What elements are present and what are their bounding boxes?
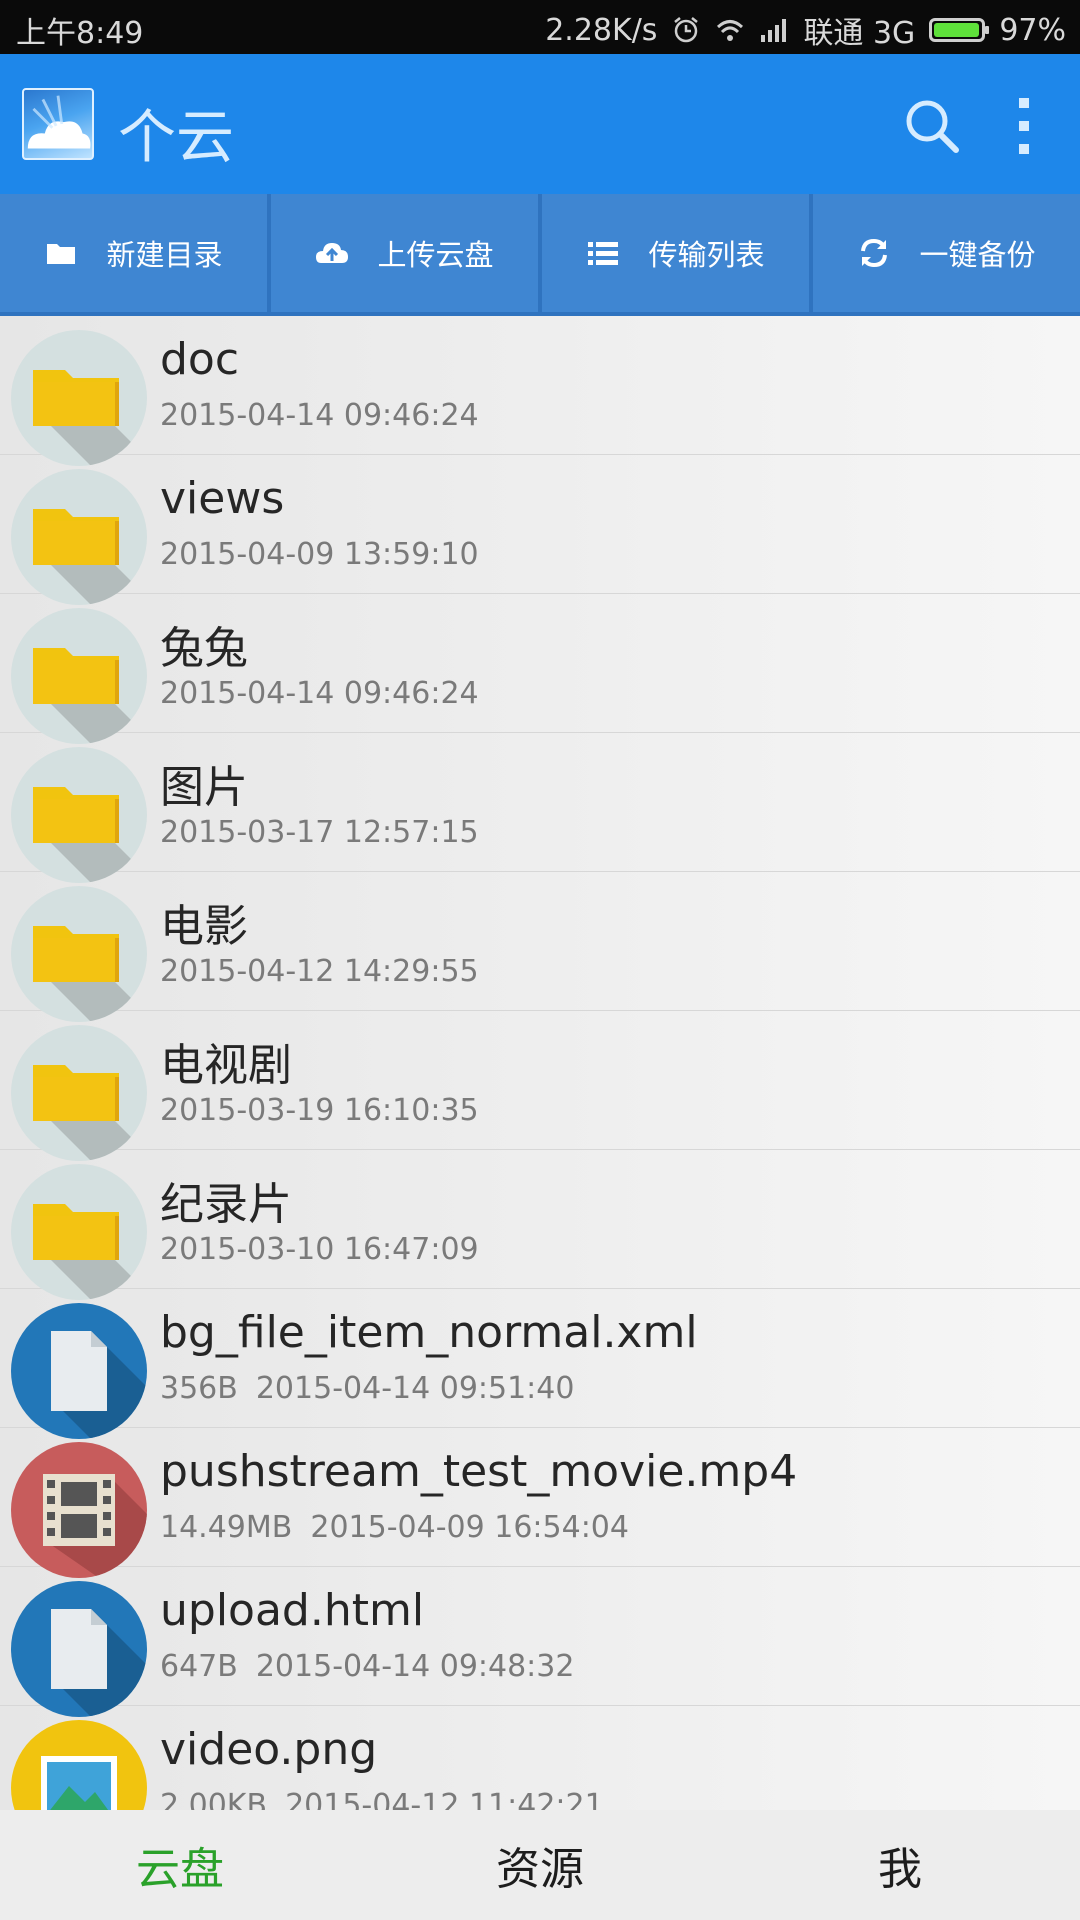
transfer-list-button[interactable]: 传输列表 (542, 194, 813, 316)
file-list-item[interactable]: pushstream_test_movie.mp4 14.49MB 2015-04… (0, 1428, 1080, 1578)
file-meta: 647B 2015-04-14 09:48:32 (160, 1649, 574, 1684)
file-meta: 2015-04-14 09:46:24 (160, 676, 479, 711)
wifi-icon (717, 20, 744, 41)
file-list-item[interactable]: upload.html 647B 2015-04-14 09:48:32 (0, 1567, 1080, 1717)
file-list-item[interactable]: doc 2015-04-14 09:46:24 (0, 316, 1080, 466)
search-icon[interactable] (900, 94, 964, 158)
file-list-item[interactable]: views 2015-04-09 13:59:10 (0, 455, 1080, 605)
list-icon (588, 242, 619, 265)
file-size: 14.49MB (160, 1510, 293, 1545)
battery-level (934, 23, 979, 37)
status-bar: 上午8:49 2.28K/s 联通 3G 97% (0, 0, 1080, 54)
file-date: 2015-03-19 16:10:35 (160, 1093, 479, 1128)
document-icon (11, 1581, 147, 1717)
file-name: bg_file_item_normal.xml (160, 1307, 698, 1358)
battery-icon (929, 18, 990, 42)
bottom-nav: 云盘 资源 我 (0, 1810, 1080, 1920)
file-size: 2.00KB (160, 1788, 268, 1810)
file-name: 电视剧 (160, 1040, 292, 1091)
file-name: doc (160, 334, 240, 385)
tab-resources[interactable]: 资源 (360, 1810, 720, 1920)
sync-icon (861, 238, 888, 268)
file-date: 2015-04-09 16:54:04 (310, 1510, 629, 1545)
file-name: 兔兔 (160, 623, 248, 674)
folder-icon (11, 1164, 147, 1300)
file-name: views (160, 473, 285, 524)
file-meta: 2015-03-17 12:57:15 (160, 815, 479, 850)
tab-cloud-disk[interactable]: 云盘 (0, 1810, 360, 1920)
file-date: 2015-04-14 09:48:32 (255, 1649, 575, 1684)
upload-label: 上传云盘 (377, 238, 494, 272)
transfer-list-label: 传输列表 (648, 238, 765, 272)
network-speed: 2.28K/s (545, 12, 658, 48)
image-file-icon (11, 1720, 147, 1810)
file-name: 电影 (160, 901, 248, 952)
file-size: 356B (160, 1371, 238, 1406)
file-list-item[interactable]: video.png 2.00KB 2015-04-12 11:42:21 (0, 1706, 1080, 1810)
file-date: 2015-04-14 09:46:24 (160, 398, 479, 433)
file-meta: 2015-03-19 16:10:35 (160, 1093, 479, 1128)
cloud-logo-icon (22, 88, 94, 160)
file-name: 纪录片 (160, 1179, 292, 1230)
new-folder-label: 新建目录 (106, 238, 223, 272)
new-folder-button[interactable]: 新建目录 (0, 194, 271, 316)
file-meta: 2015-04-09 13:59:10 (160, 537, 479, 572)
video-file-icon (11, 1442, 147, 1578)
file-list-item[interactable]: 图片 2015-03-17 12:57:15 (0, 733, 1080, 883)
file-size: 647B (160, 1649, 238, 1684)
file-date: 2015-04-14 09:51:40 (255, 1371, 575, 1406)
file-list-item[interactable]: 电影 2015-04-12 14:29:55 (0, 872, 1080, 1022)
file-date: 2015-03-17 12:57:15 (160, 815, 479, 850)
file-name: 图片 (160, 762, 248, 813)
file-date: 2015-04-09 13:59:10 (160, 537, 479, 572)
file-name: upload.html (160, 1585, 425, 1636)
file-date: 2015-03-10 16:47:09 (160, 1232, 479, 1267)
backup-button[interactable]: 一键备份 (813, 194, 1080, 316)
file-meta: 2015-04-14 09:46:24 (160, 398, 479, 433)
file-list-item[interactable]: 电视剧 2015-03-19 16:10:35 (0, 1011, 1080, 1161)
signal-icon (761, 19, 787, 42)
status-right: 2.28K/s 联通 3G 97% (545, 8, 1066, 52)
file-date: 2015-04-12 14:29:55 (160, 954, 479, 989)
more-vert-icon[interactable] (990, 94, 1054, 158)
file-list-item[interactable]: 纪录片 2015-03-10 16:47:09 (0, 1150, 1080, 1300)
folder-icon (11, 747, 147, 883)
upload-button[interactable]: 上传云盘 (271, 194, 542, 316)
alarm-icon (674, 17, 699, 43)
app-title: 个云 (118, 103, 235, 171)
file-meta: 14.49MB 2015-04-09 16:54:04 (160, 1510, 629, 1545)
folder-icon (11, 608, 147, 744)
file-list-item[interactable]: bg_file_item_normal.xml 356B 2015-04-14 0… (0, 1289, 1080, 1439)
document-icon (11, 1303, 147, 1439)
tab-me[interactable]: 我 (720, 1810, 1080, 1920)
backup-label: 一键备份 (919, 238, 1036, 272)
folder-icon (11, 1025, 147, 1161)
file-meta: 2015-04-12 14:29:55 (160, 954, 479, 989)
file-list-item[interactable]: 兔兔 2015-04-14 09:46:24 (0, 594, 1080, 744)
folder-icon (11, 469, 147, 605)
cloud-upload-icon (316, 243, 349, 263)
app-bar: 个云 (0, 54, 1080, 194)
file-meta: 356B 2015-04-14 09:51:40 (160, 1371, 574, 1406)
folder-icon (47, 244, 76, 264)
file-name: video.png (160, 1724, 378, 1775)
file-date: 2015-04-12 11:42:21 (285, 1788, 604, 1810)
file-list[interactable]: doc 2015-04-14 09:46:24 views 2015-04-09… (0, 316, 1080, 1810)
folder-icon (11, 330, 147, 466)
file-date: 2015-04-14 09:46:24 (160, 676, 479, 711)
status-time: 上午8:49 (16, 16, 144, 51)
file-meta: 2.00KB 2015-04-12 11:42:21 (160, 1788, 604, 1810)
folder-icon (11, 886, 147, 1022)
file-name: pushstream_test_movie.mp4 (160, 1446, 798, 1497)
battery-percent: 97% (999, 12, 1066, 48)
action-toolbar: 新建目录 上传云盘 传输列表 一键备份 (0, 194, 1080, 316)
carrier-label: 联通 3G (803, 16, 916, 51)
file-meta: 2015-03-10 16:47:09 (160, 1232, 479, 1267)
